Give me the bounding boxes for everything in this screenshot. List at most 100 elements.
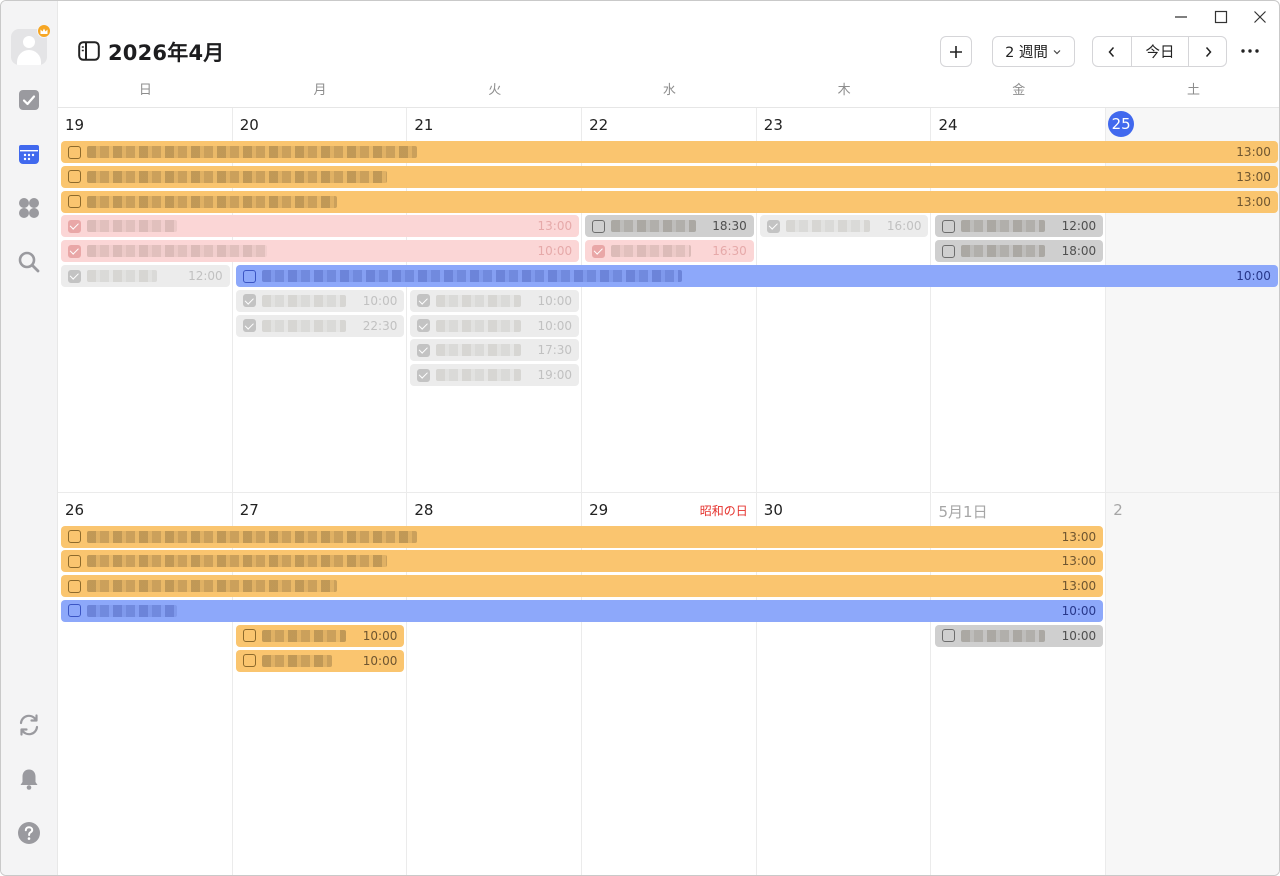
calendar-event[interactable]: 18:00 [934,240,1104,263]
redacted-event-title [87,580,337,593]
plus-icon [950,45,962,58]
redacted-event-title [261,270,682,282]
calendar-event[interactable]: 10:00 [235,265,1278,287]
left-nav-rail [1,1,58,875]
event-time: 12:00 [1061,219,1097,234]
checkbox-icon[interactable] [941,629,955,643]
checkbox-icon[interactable] [68,530,81,543]
prev-period-button[interactable] [1093,37,1132,66]
checked-checkbox-icon[interactable] [68,269,81,283]
calendar-event[interactable]: 16:30 [585,240,754,263]
event-time: 22:30 [362,318,398,333]
event-time: 10:00 [362,628,398,643]
calendar-event[interactable]: 17:30 [410,339,580,362]
event-time: 13:00 [1061,579,1097,594]
calendar-event[interactable]: 13:00 [61,550,1104,573]
redacted-event-title [87,146,417,158]
calendar-event[interactable]: 10:00 [410,289,580,312]
holiday-label: 昭和の日 [699,503,748,518]
calendar-event[interactable]: 13:00 [61,215,580,238]
checkbox-icon[interactable] [68,604,81,618]
add-event-button[interactable] [940,36,972,67]
tasks-checkbox-icon[interactable] [14,85,44,115]
checked-checkbox-icon[interactable] [242,319,256,333]
day-number: 30 [763,500,783,519]
more-options-icon[interactable] [1237,39,1263,63]
search-icon[interactable] [14,247,44,277]
calendar-event[interactable]: 10:00 [235,289,405,312]
calendar-event[interactable]: 13:00 [61,165,1278,188]
calendar-event[interactable]: 13:00 [61,190,1278,213]
calendar-event[interactable]: 10:00 [410,314,580,337]
event-time: 19:00 [537,368,573,383]
redacted-event-title [960,629,1046,642]
checked-checkbox-icon[interactable] [417,368,431,382]
checked-checkbox-icon[interactable] [68,244,81,258]
checked-checkbox-icon[interactable] [68,219,81,233]
day-number: 26 [65,500,85,519]
checkbox-icon[interactable] [68,145,81,159]
sidebar-toggle-icon[interactable] [78,41,100,61]
checkbox-icon[interactable] [68,579,81,593]
calendar-event[interactable]: 16:00 [759,215,929,238]
calendar-event[interactable]: 10:00 [235,624,405,647]
checked-checkbox-icon[interactable] [242,294,256,308]
checkbox-icon[interactable] [242,269,256,283]
checkbox-icon[interactable] [68,170,81,184]
redacted-event-title [960,245,1046,258]
calendar-event[interactable]: 10:00 [61,599,1104,622]
checked-checkbox-icon[interactable] [766,219,780,233]
close-window-icon[interactable] [1245,5,1275,29]
avatar-body [17,50,41,65]
weekday-label: 日 [138,83,152,98]
redacted-event-title [87,530,417,543]
checkbox-icon[interactable] [941,244,955,258]
calendar-event[interactable]: 13:00 [61,525,1104,548]
calendar-event[interactable]: 19:00 [410,364,580,387]
sync-icon[interactable] [14,710,44,740]
checkbox-icon[interactable] [941,219,955,233]
checkbox-icon[interactable] [242,629,256,643]
checkbox-icon[interactable] [68,554,81,568]
calendar-event[interactable]: 18:30 [585,215,754,238]
page-title: 2026年4月 [108,41,225,65]
notification-bell-icon[interactable] [14,764,44,794]
calendar-event[interactable]: 22:30 [235,314,405,337]
event-time: 13:00 [1061,529,1097,544]
checkbox-icon[interactable] [592,219,606,233]
calendar-event[interactable]: 10:00 [235,649,405,672]
weekday-label: 金 [1012,83,1026,98]
checked-checkbox-icon[interactable] [417,319,431,333]
calendar-icon[interactable] [14,139,44,169]
day-cell[interactable]: 2 [1106,492,1279,875]
redacted-event-title [87,220,177,233]
event-time: 18:00 [1061,244,1097,259]
redacted-event-title [87,270,157,282]
apps-grid-icon[interactable] [14,193,44,223]
calendar-event[interactable]: 13:00 [61,575,1104,598]
calendar-event[interactable]: 10:00 [934,624,1104,647]
minimize-window-icon[interactable] [1166,5,1196,29]
today-button[interactable]: 今日 [1132,37,1189,66]
checked-checkbox-icon[interactable] [417,343,431,357]
day-number: 20 [239,116,259,134]
checkbox-icon[interactable] [68,195,81,209]
redacted-event-title [436,369,522,382]
checked-checkbox-icon[interactable] [592,244,606,258]
checked-checkbox-icon[interactable] [417,294,431,308]
calendar-event[interactable]: 13:00 [61,141,1278,163]
calendar-event[interactable]: 10:00 [61,240,580,263]
chevron-right-icon [1205,46,1212,57]
redacted-event-title [261,319,347,332]
next-period-button[interactable] [1189,37,1226,66]
help-icon[interactable] [14,818,44,848]
chevron-left-icon [1108,46,1115,57]
view-range-select[interactable]: 2 週間 [992,36,1075,67]
event-time: 10:00 [362,653,398,668]
event-time: 10:00 [537,318,573,333]
event-time: 13:00 [537,219,573,234]
calendar-event[interactable]: 12:00 [934,215,1104,238]
calendar-event[interactable]: 12:00 [61,265,230,287]
maximize-window-icon[interactable] [1206,5,1236,29]
checkbox-icon[interactable] [242,654,256,667]
